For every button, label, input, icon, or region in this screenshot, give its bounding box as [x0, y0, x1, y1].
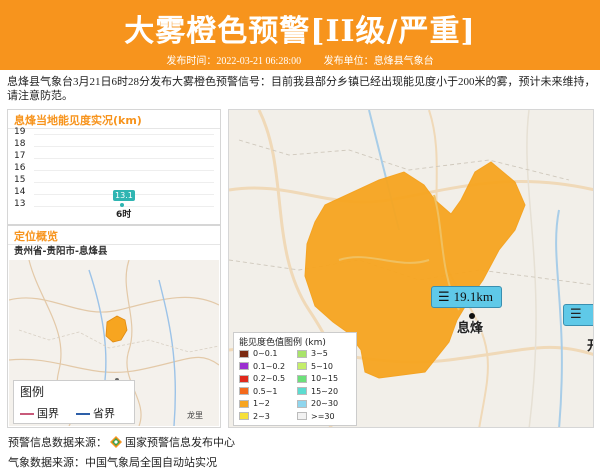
- color-legend-label: 0.2~0.5: [253, 374, 286, 383]
- color-legend-item: 0.2~0.5: [239, 374, 285, 383]
- warning-source-name[interactable]: 国家预警信息发布中心: [125, 437, 235, 449]
- legend-item-province-border: 省界: [76, 405, 115, 421]
- publish-time: 发布时间：2022-03-21 06:28:00: [166, 56, 302, 67]
- x-tick-label: 6时: [116, 210, 132, 220]
- gridline: [34, 182, 214, 183]
- color-legend-label: 5~10: [311, 361, 333, 371]
- warning-meta: 发布时间：2022-03-21 06:28:00 发布单位：息烽县气象台: [0, 52, 600, 67]
- color-legend-item: 3~5: [297, 349, 328, 358]
- gridline: [34, 170, 214, 171]
- color-swatch: [297, 399, 307, 408]
- y-tick-label: 17: [14, 151, 26, 161]
- gridline: [34, 146, 214, 147]
- legend-item-national-border: 国界: [20, 405, 59, 421]
- warning-description: 息烽县气象台3月21日6时28分发布大雾橙色预警信号：目前我县部分乡镇已经出现能…: [7, 76, 596, 102]
- color-legend-label: 20~30: [311, 399, 339, 408]
- color-legend-label: 15~20: [311, 386, 339, 396]
- color-swatch: [239, 387, 249, 395]
- color-legend-title: 能见度色值图例 (km): [239, 338, 326, 348]
- warning-source-label: 预警信息数据来源：: [8, 437, 107, 449]
- location-subtitle: 贵州省-贵阳市-息烽县: [14, 246, 108, 257]
- location-map[interactable]: 贵阳 龙里 图例 国界 省界: [9, 260, 219, 426]
- gridline: [34, 134, 214, 135]
- color-legend-label: 10~15: [311, 374, 339, 383]
- color-swatch: [297, 349, 307, 358]
- legend-label: 国界: [37, 407, 59, 420]
- visibility-color-legend: 能见度色值图例 (km) 0~0.1 3~5 0.1~0.2 5~10 0.2~0.5 1…: [233, 332, 357, 426]
- color-swatch: [239, 374, 249, 383]
- color-legend-item: 10~15: [297, 374, 338, 383]
- menu-icon: ☰: [570, 307, 582, 322]
- color-legend-label: 3~5: [311, 349, 328, 358]
- warning-header: 大雾橙色预警[II级/严重] 发布时间：2022-03-21 06:28:00 …: [0, 0, 600, 70]
- color-legend-item: 5~10: [297, 362, 333, 371]
- color-legend-item: 0.1~0.2: [239, 362, 285, 371]
- warning-center-logo-icon: [110, 436, 122, 448]
- main-map[interactable]: ☰ 19.1km ☰ 息烽 开 能见度色值图例 (km) 0~0.1 3~5 0.1…: [228, 109, 594, 428]
- color-swatch: [239, 412, 249, 420]
- color-legend-label: 2~3: [253, 411, 270, 421]
- divider: [8, 128, 220, 129]
- color-legend-item: >=30: [297, 412, 335, 421]
- neighbor-readout-badge[interactable]: ☰: [563, 304, 593, 326]
- warning-title: 大雾橙色预警[II级/严重]: [124, 14, 476, 49]
- y-tick-label: 18: [14, 139, 26, 149]
- color-legend-label: >=30: [311, 411, 335, 421]
- map-label-partial: 开: [587, 335, 593, 354]
- color-legend-label: 0.1~0.2: [253, 361, 286, 371]
- color-legend-item: 1~2: [239, 399, 270, 408]
- publish-unit: 发布单位：息烽县气象台: [323, 56, 434, 67]
- map-legend: 图例 国界 省界: [13, 380, 135, 424]
- visibility-readout-badge[interactable]: ☰ 19.1km: [431, 286, 503, 308]
- color-swatch: [239, 399, 249, 408]
- color-swatch: [297, 362, 307, 370]
- city-name: 息烽: [457, 321, 484, 336]
- y-tick-label: 15: [14, 175, 26, 185]
- color-legend-item: 20~30: [297, 399, 338, 408]
- visibility-panel-title: 息烽当地能见度实况(km): [14, 114, 142, 127]
- color-legend-item: 15~20: [297, 387, 338, 396]
- color-swatch: [297, 387, 307, 395]
- y-tick-label: 14: [14, 187, 26, 197]
- legend-label: 省界: [93, 407, 115, 420]
- weather-source: 气象数据来源：中国气象局全国自动站实况: [8, 457, 217, 469]
- province-border-swatch: [76, 413, 90, 415]
- gridline: [34, 158, 214, 159]
- map-legend-title: 图例: [20, 385, 45, 399]
- color-swatch: [297, 374, 307, 383]
- location-panel: 定位概览 贵州省-贵阳市-息烽县 贵阳 龙里 图例 国界 省界: [7, 225, 221, 428]
- y-tick-label: 13: [14, 199, 26, 209]
- color-legend-item: 2~3: [239, 412, 270, 421]
- visibility-panel: 息烽当地能见度实况(km) 19 18 17 16 15 14 13 13.1 6时: [7, 109, 221, 225]
- menu-icon: ☰: [438, 289, 450, 305]
- color-legend-label: 0~0.1: [253, 349, 278, 358]
- color-swatch: [239, 349, 249, 358]
- color-legend-item: 0~0.1: [239, 349, 278, 358]
- map-label-longli: 龙里: [187, 411, 203, 420]
- national-border-swatch: [20, 413, 34, 415]
- color-legend-label: 1~2: [253, 399, 270, 408]
- color-legend-item: 0.5~1: [239, 387, 278, 396]
- color-swatch: [297, 412, 307, 420]
- y-tick-label: 19: [14, 127, 26, 137]
- color-swatch: [239, 362, 249, 370]
- data-label: 13.1: [113, 189, 135, 201]
- color-legend-label: 0.5~1: [253, 386, 278, 396]
- y-tick-label: 16: [14, 163, 26, 173]
- warning-source: 预警信息数据来源： 国家预警信息发布中心: [8, 434, 235, 450]
- location-panel-title: 定位概览: [14, 230, 58, 243]
- visibility-readout: 19.1km: [453, 289, 494, 304]
